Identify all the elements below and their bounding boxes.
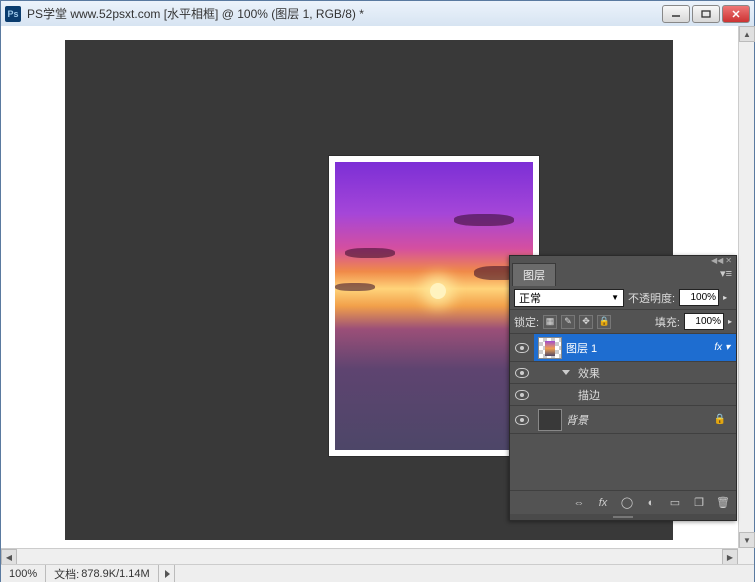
zoom-level[interactable]: 100%: [1, 565, 46, 582]
window-controls: [662, 5, 750, 23]
doc-info[interactable]: 文档: 878.9K/1.14M: [46, 565, 159, 582]
visibility-toggle-icon[interactable]: [515, 415, 529, 425]
layer-mask-icon[interactable]: ◯: [618, 495, 636, 511]
expand-icon[interactable]: [562, 370, 570, 375]
lock-position-icon[interactable]: ✥: [579, 315, 593, 329]
doc-info-expand[interactable]: [159, 565, 175, 582]
close-button[interactable]: [722, 5, 750, 23]
link-layers-icon[interactable]: ⇔: [570, 495, 588, 511]
opacity-label: 不透明度:: [628, 290, 675, 306]
panel-resize-handle[interactable]: [510, 514, 736, 520]
layer-thumbnail[interactable]: [538, 409, 562, 431]
lock-fill-row: 锁定: ▦ ✎ ✥ 🔒 填充: 100% ▸: [510, 310, 736, 334]
fx-indicator[interactable]: fx ▾: [714, 342, 732, 353]
layer-effects-row[interactable]: 效果: [510, 362, 736, 384]
app-icon: Ps: [5, 6, 21, 22]
minimize-button[interactable]: [662, 5, 690, 23]
lock-label: 锁定:: [514, 314, 539, 330]
layers-panel[interactable]: ◀◀✕ 图层 ▾≡ 正常▼ 不透明度: 100% ▸ 锁定: ▦ ✎ ✥ 🔒 填…: [509, 255, 737, 521]
fill-input[interactable]: 100%: [684, 313, 724, 330]
blend-opacity-row: 正常▼ 不透明度: 100% ▸: [510, 286, 736, 310]
blend-mode-dropdown[interactable]: 正常▼: [514, 289, 624, 307]
layer-list-empty: [510, 434, 736, 490]
layer-group-icon[interactable]: ▭: [666, 495, 684, 511]
lock-all-icon[interactable]: 🔒: [597, 315, 611, 329]
layer-thumbnail[interactable]: [538, 337, 562, 359]
panel-footer: ⇔ fx ◯ ◐ ▭ ❐ 🗑: [510, 490, 736, 514]
layer-background-row[interactable]: 背景 🔒: [510, 406, 736, 434]
framed-image: [329, 156, 539, 456]
scroll-corner: [738, 548, 754, 564]
layer-name[interactable]: 背景: [566, 412, 588, 428]
blend-mode-value: 正常: [519, 290, 541, 306]
layer-list: 图层 1 fx ▾ 效果 描边 背景 🔒: [510, 334, 736, 490]
panel-tabs: 图层 ▾≡: [510, 264, 736, 286]
layer-style-icon[interactable]: fx: [594, 495, 612, 511]
effects-label: 效果: [578, 365, 600, 381]
doc-info-label: 文档:: [54, 566, 79, 582]
scroll-right-button[interactable]: ▶: [722, 549, 738, 565]
adjustment-layer-icon[interactable]: ◐: [642, 495, 660, 511]
tab-layers[interactable]: 图层: [512, 263, 556, 286]
visibility-toggle-icon[interactable]: [515, 390, 529, 400]
opacity-input[interactable]: 100%: [679, 289, 719, 306]
layer-stroke-row[interactable]: 描边: [510, 384, 736, 406]
panel-menu-button[interactable]: ▾≡: [720, 267, 732, 280]
layer-name[interactable]: 图层 1: [566, 340, 597, 356]
scroll-up-button[interactable]: ▲: [739, 26, 755, 42]
maximize-button[interactable]: [692, 5, 720, 23]
sunset-image: [335, 162, 533, 450]
window-title: PS学堂 www.52psxt.com [水平相框] @ 100% (图层 1,…: [27, 5, 662, 22]
status-bar: 100% 文档: 878.9K/1.14M: [1, 564, 754, 582]
vertical-scrollbar[interactable]: ▲ ▼: [738, 26, 754, 548]
doc-info-value: 878.9K/1.14M: [81, 568, 150, 580]
horizontal-scrollbar[interactable]: ◀ ▶: [1, 548, 738, 564]
layer-row-1[interactable]: 图层 1 fx ▾: [510, 334, 736, 362]
scroll-left-button[interactable]: ◀: [1, 549, 17, 565]
visibility-toggle-icon[interactable]: [515, 343, 529, 353]
stroke-effect-label: 描边: [578, 387, 600, 403]
window-titlebar: Ps PS学堂 www.52psxt.com [水平相框] @ 100% (图层…: [1, 1, 754, 27]
new-layer-icon[interactable]: ❐: [690, 495, 708, 511]
lock-icon: 🔒: [714, 414, 732, 425]
visibility-toggle-icon[interactable]: [515, 368, 529, 378]
scroll-down-button[interactable]: ▼: [739, 532, 755, 548]
lock-pixels-icon[interactable]: ✎: [561, 315, 575, 329]
fill-label: 填充:: [655, 314, 680, 330]
delete-layer-icon[interactable]: 🗑: [714, 495, 732, 511]
lock-transparency-icon[interactable]: ▦: [543, 315, 557, 329]
